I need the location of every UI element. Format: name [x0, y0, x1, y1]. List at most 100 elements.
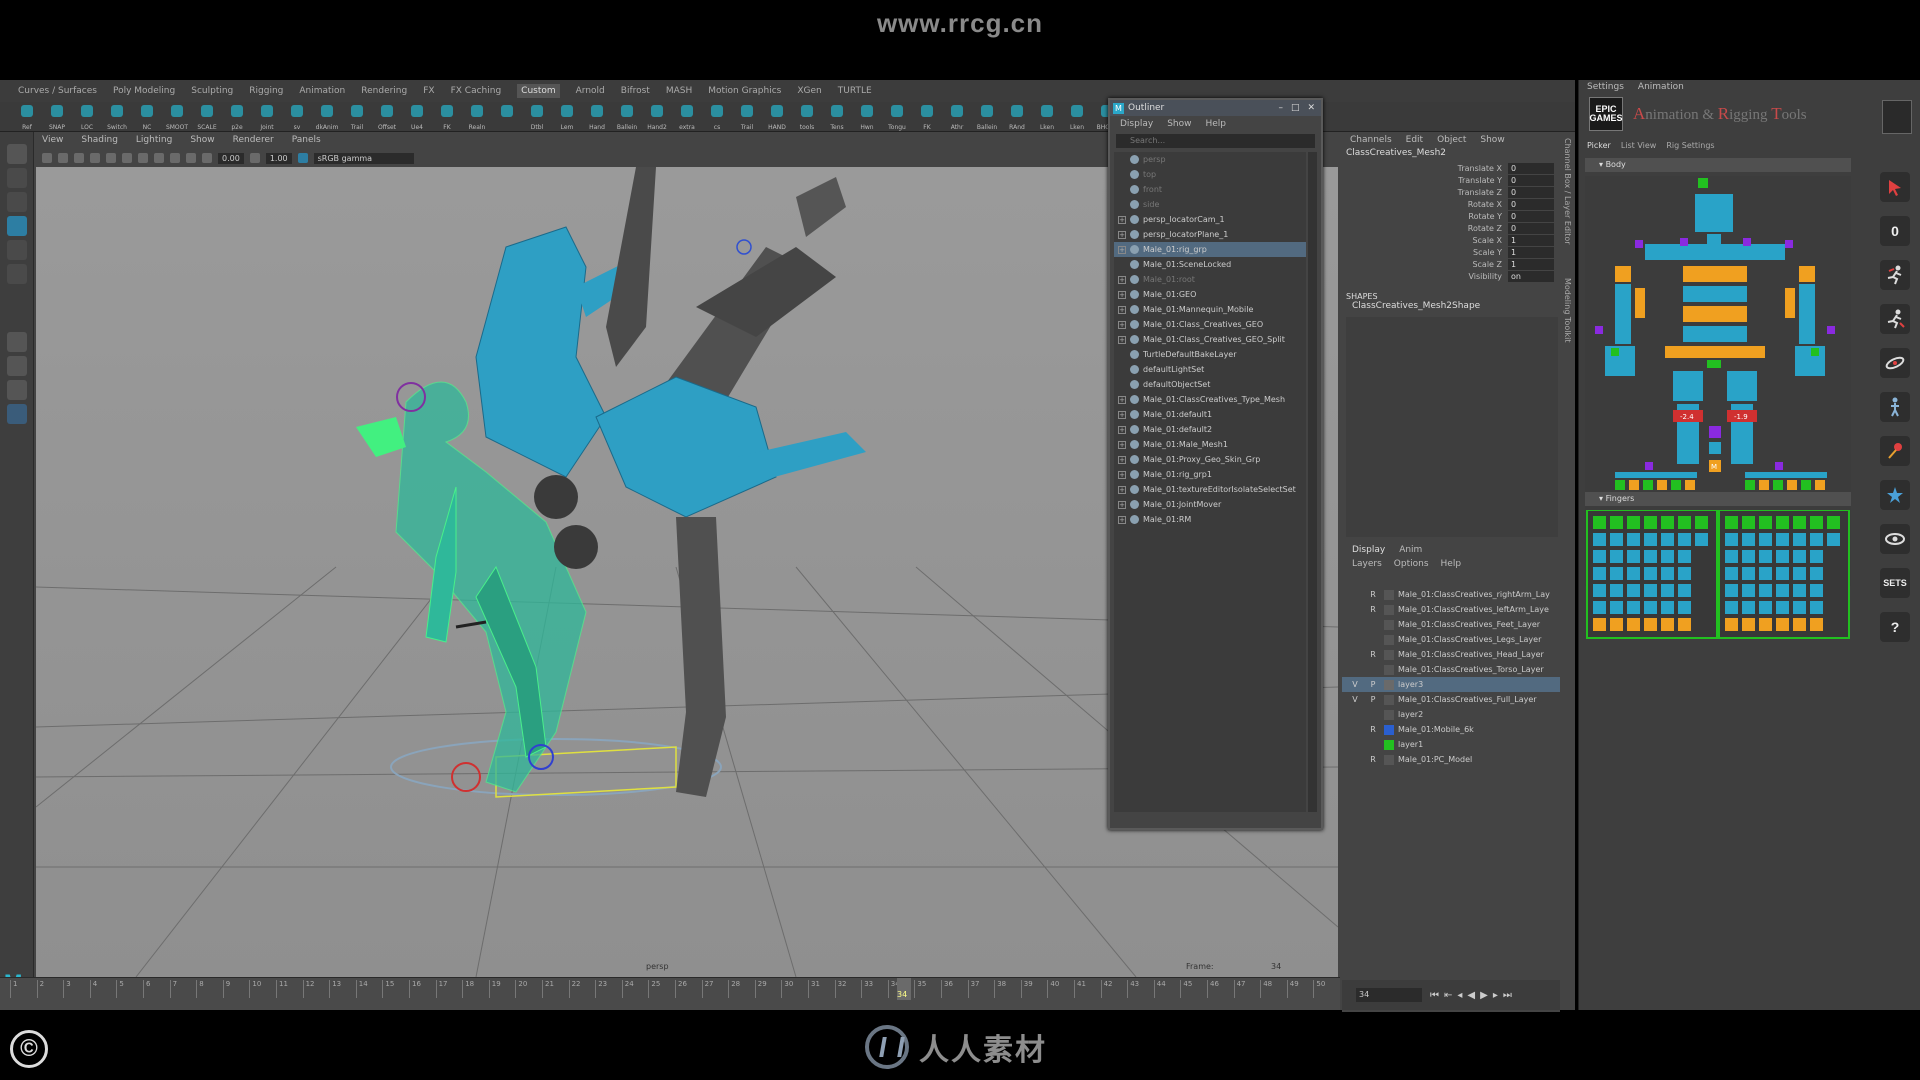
elbow-r-pv-control[interactable]	[1827, 326, 1835, 334]
shelf-button[interactable]: Dtbl	[524, 103, 550, 131]
finger-joint-control[interactable]	[1644, 533, 1657, 546]
foot-r-toe-control[interactable]	[1815, 480, 1825, 490]
pin-icon[interactable]	[1880, 436, 1910, 466]
shelf-button[interactable]: Switch	[104, 103, 130, 131]
expand-toggle-icon[interactable]: +	[1118, 215, 1126, 224]
outliner-item[interactable]: + Male_01:RM	[1114, 512, 1306, 527]
foot-l-toe-control[interactable]	[1615, 480, 1625, 490]
time-slider[interactable]: 1 2 3 4 5 6 7 8 9 10 11 12 13 14 15 16 17 18 19 20 21 22 23 24 2…	[0, 977, 1340, 1010]
foot-l-toe-control[interactable]	[1685, 480, 1695, 490]
finger-joint-control[interactable]	[1810, 533, 1823, 546]
lasso-tool-icon[interactable]	[7, 168, 27, 188]
finger-joint-control[interactable]	[1610, 584, 1623, 597]
finger-joint-control[interactable]	[1644, 516, 1657, 529]
exposure-icon[interactable]	[202, 153, 212, 163]
play-forward-icon[interactable]: ▶	[1480, 990, 1488, 1001]
expand-toggle-icon[interactable]: +	[1118, 335, 1126, 344]
body-section-header[interactable]: ▾ Body	[1585, 158, 1851, 172]
display-layer-row[interactable]: layer2	[1342, 707, 1560, 722]
finger-joint-control[interactable]	[1725, 516, 1738, 529]
finger-joint-control[interactable]	[1610, 567, 1623, 580]
expand-toggle-icon[interactable]: +	[1118, 485, 1126, 494]
spine-control[interactable]	[1683, 306, 1747, 322]
expand-toggle-icon[interactable]: +	[1118, 425, 1126, 434]
shelf-button[interactable]: sv	[284, 103, 310, 131]
outliner-list[interactable]: +persp+top+front+side+persp_locatorCam_1…	[1114, 152, 1306, 812]
single-view-icon[interactable]	[7, 332, 27, 352]
finger-joint-control[interactable]	[1593, 567, 1606, 580]
finger-joint-control[interactable]	[1793, 567, 1806, 580]
finger-joint-control[interactable]	[1776, 601, 1789, 614]
current-frame-field[interactable]: 34	[1356, 988, 1422, 1002]
texture-icon[interactable]	[122, 153, 132, 163]
shelf-button[interactable]: Athr	[944, 103, 970, 131]
layer-menu-item[interactable]: Options	[1394, 559, 1429, 569]
display-layer-row[interactable]: R Male_01:ClassCreatives_leftArm_Laye	[1342, 602, 1560, 617]
finger-joint-control[interactable]	[1695, 533, 1708, 546]
layer-color-swatch[interactable]	[1384, 664, 1394, 675]
finger-joint-control[interactable]	[1742, 533, 1755, 546]
shelf-tab[interactable]: FX Caching	[451, 86, 502, 96]
layer-visibility-toggle[interactable]: V	[1348, 695, 1362, 704]
outliner-item[interactable]: + Male_01:Class_Creatives_GEO_Split	[1114, 332, 1306, 347]
shelf-tab[interactable]: Rendering	[361, 86, 407, 96]
finger-joint-control[interactable]	[1810, 516, 1823, 529]
lights-icon[interactable]	[138, 153, 148, 163]
finger-joint-control[interactable]	[1610, 550, 1623, 563]
outliner-item[interactable]: + Male_01:Class_Creatives_GEO	[1114, 317, 1306, 332]
two-view-icon[interactable]	[7, 380, 27, 400]
shelf-button[interactable]: Hand	[584, 103, 610, 131]
outliner-item[interactable]: + Male_01:Male_Mesh1	[1114, 437, 1306, 452]
attribute-row[interactable]: Translate Y 0	[1342, 174, 1560, 186]
finger-joint-control[interactable]	[1810, 601, 1823, 614]
expand-toggle-icon[interactable]: +	[1118, 230, 1126, 239]
attribute-value-field[interactable]: 0	[1508, 186, 1554, 198]
finger-joint-control[interactable]	[1661, 516, 1674, 529]
foot-r-roll-control[interactable]	[1745, 472, 1827, 478]
shape-node-name[interactable]: ClassCreatives_Mesh2Shape	[1342, 301, 1560, 311]
smooth-shade-icon[interactable]	[106, 153, 116, 163]
shelf-button[interactable]: Offset	[374, 103, 400, 131]
exposure-field[interactable]: 0.00	[218, 152, 244, 164]
finger-joint-control[interactable]	[1695, 516, 1708, 529]
outliner-item[interactable]: + Male_01:root	[1114, 272, 1306, 287]
finger-joint-control[interactable]	[1742, 618, 1755, 631]
shelf-button[interactable]: Tens	[824, 103, 850, 131]
master-control[interactable]	[1709, 442, 1721, 454]
shelf-button[interactable]: extra	[674, 103, 700, 131]
layer-playback-toggle[interactable]: R	[1366, 590, 1380, 599]
finger-joint-control[interactable]	[1742, 584, 1755, 597]
color-management-icon[interactable]	[297, 153, 308, 163]
outliner-item[interactable]: + Male_01:ClassCreatives_Type_Mesh	[1114, 392, 1306, 407]
finger-joint-control[interactable]	[1610, 618, 1623, 631]
finger-joint-control[interactable]	[1593, 516, 1606, 529]
root-control[interactable]	[1707, 360, 1721, 368]
finger-joint-control[interactable]	[1627, 533, 1640, 546]
layer-color-swatch[interactable]	[1384, 649, 1394, 660]
outliner-search-input[interactable]: Search...	[1116, 134, 1315, 148]
finger-joint-control[interactable]	[1793, 584, 1806, 597]
run-pose-icon[interactable]	[1880, 260, 1910, 290]
hand-l-control[interactable]	[1605, 346, 1635, 376]
selected-object-name[interactable]: ClassCreatives_Mesh2	[1342, 148, 1560, 162]
layer-color-swatch[interactable]	[1384, 589, 1394, 600]
select-arrow-icon[interactable]	[1880, 172, 1910, 202]
finger-joint-control[interactable]	[1627, 550, 1640, 563]
locator-icon[interactable]	[736, 239, 752, 255]
finger-joint-control[interactable]	[1627, 601, 1640, 614]
shelf-button[interactable]: SMOOT	[164, 103, 190, 131]
shelf-button[interactable]: Ue4	[404, 103, 430, 131]
layer-color-swatch[interactable]	[1384, 619, 1394, 630]
finger-joint-control[interactable]	[1810, 550, 1823, 563]
expand-toggle-icon[interactable]: +	[1118, 410, 1126, 419]
attribute-row[interactable]: Translate X 0	[1342, 162, 1560, 174]
shelf-tab[interactable]: Custom	[517, 84, 560, 98]
display-layer-row[interactable]: R Male_01:Mobile_6k	[1342, 722, 1560, 737]
foot-l-toe-control[interactable]	[1643, 480, 1653, 490]
attribute-row[interactable]: Scale Y 1	[1342, 246, 1560, 258]
layer-menu-item[interactable]: Layers	[1352, 559, 1382, 569]
shelf-button[interactable]: FK	[914, 103, 940, 131]
expand-toggle-icon[interactable]: +	[1118, 515, 1126, 524]
neck-control[interactable]	[1707, 234, 1721, 244]
fingers-section-header[interactable]: ▾ Fingers	[1585, 492, 1851, 506]
